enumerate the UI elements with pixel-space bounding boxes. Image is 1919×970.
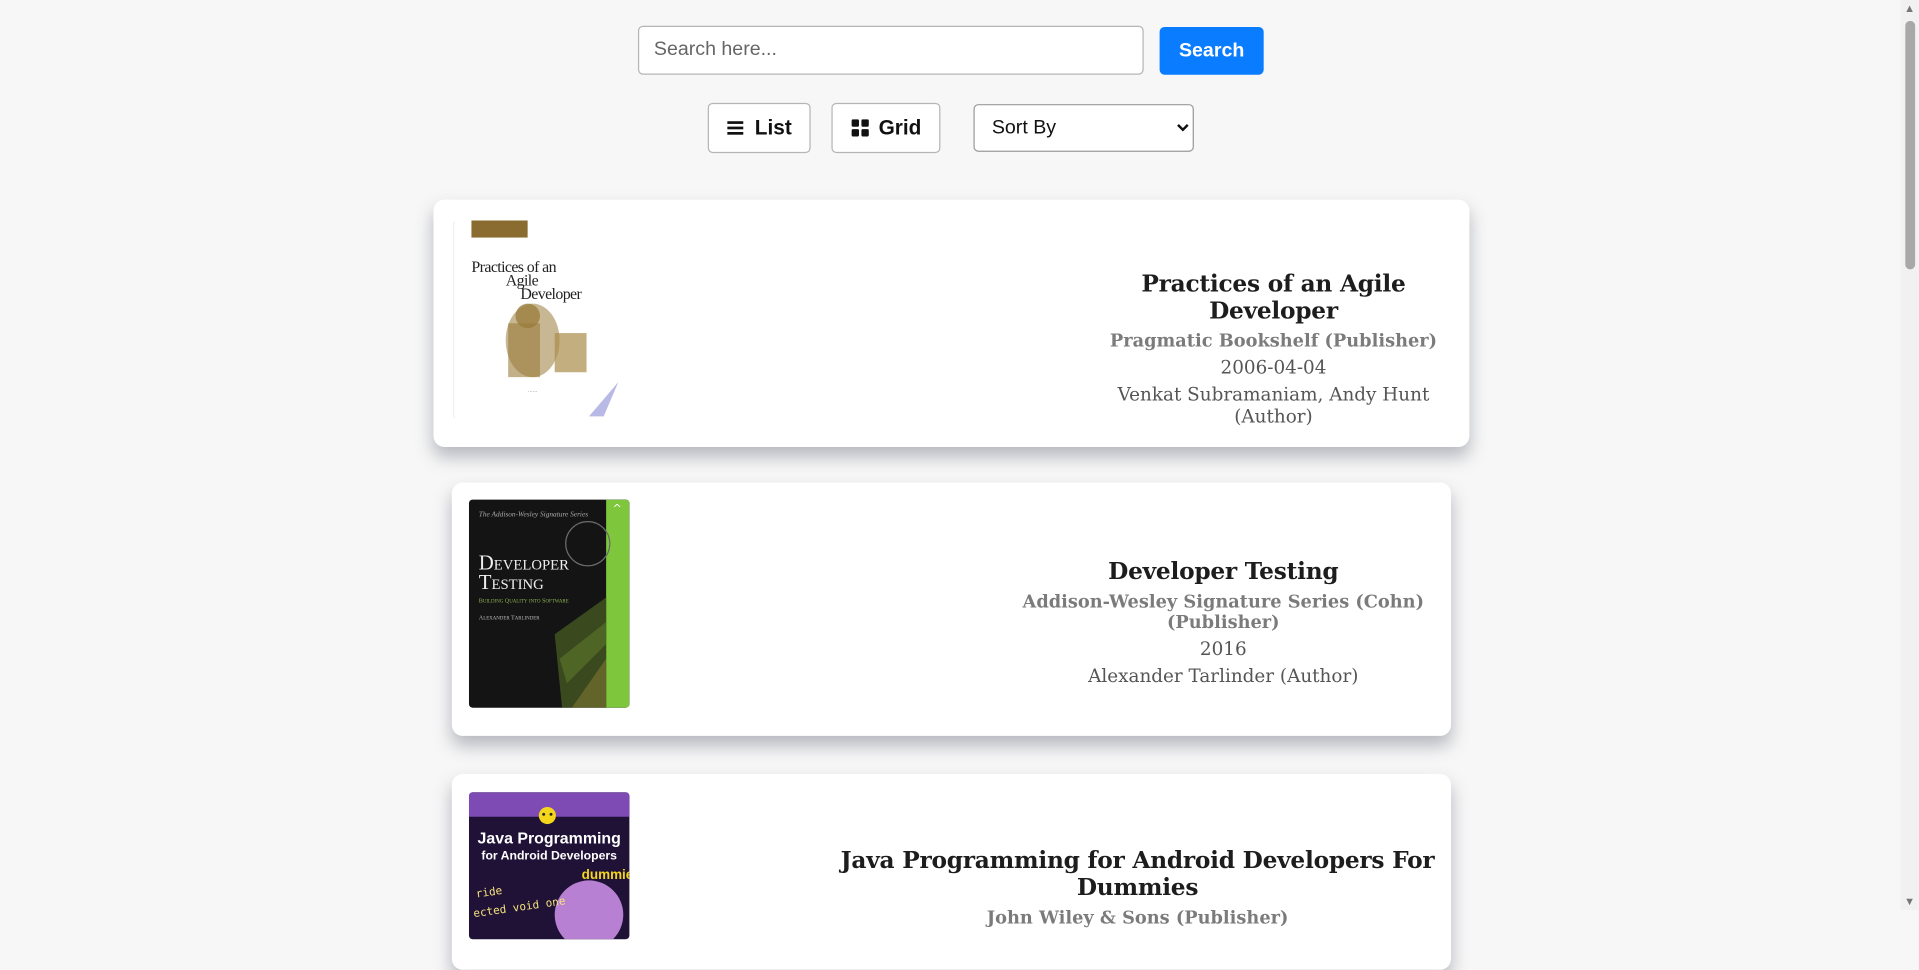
cover-title-line: Testing xyxy=(478,570,544,594)
book-card[interactable]: ...... Practices of an Agile Developer P… xyxy=(433,199,1470,447)
book-title[interactable]: Practices of an Agile Developer xyxy=(1082,271,1464,325)
book-cover-image: ...... Practices of an Agile Developer xyxy=(453,220,621,419)
book-card[interactable]: ^ The Addison-Wesley Signature Series De… xyxy=(451,482,1452,736)
svg-text:^: ^ xyxy=(613,502,622,515)
cover-title-line: for Android Developers xyxy=(481,849,617,864)
page-scrollbar[interactable]: ▲ ▼ xyxy=(1900,0,1919,910)
book-info: Java Programming for Android Developers … xyxy=(819,847,1456,928)
list-view-button[interactable]: List xyxy=(707,102,811,154)
cover-title-line: Developer xyxy=(520,284,582,303)
list-icon xyxy=(727,119,745,137)
book-cover-image: ride ected void one Java Programming for… xyxy=(468,792,630,940)
book-publisher: John Wiley & Sons (Publisher) xyxy=(986,907,1289,929)
book-info: Developer Testing Addison-Wesley Signatu… xyxy=(1009,558,1438,687)
scroll-up-arrow-icon[interactable]: ▲ xyxy=(1904,2,1915,14)
book-publisher: Pragmatic Bookshelf (Publisher) xyxy=(1109,330,1438,352)
book-info: Practices of an Agile Developer Pragmati… xyxy=(1082,271,1464,428)
book-card[interactable]: ride ected void one Java Programming for… xyxy=(451,773,1452,970)
sort-select[interactable]: Sort By xyxy=(973,104,1194,152)
book-date: 2016 xyxy=(1199,637,1247,661)
svg-text:ride: ride xyxy=(475,884,503,901)
book-authors: Alexander Tarlinder (Author) xyxy=(1088,664,1359,687)
grid-view-label: Grid xyxy=(878,115,922,139)
svg-text:......: ...... xyxy=(528,388,538,394)
search-button[interactable]: Search xyxy=(1159,26,1264,75)
search-input[interactable] xyxy=(637,25,1144,75)
book-authors: Venkat Subramaniam, Andy Hunt (Author) xyxy=(1117,383,1430,428)
book-title[interactable]: Developer Testing xyxy=(1009,558,1438,585)
cover-subtitle: Building Quality into Software xyxy=(478,598,569,605)
scroll-thumb[interactable] xyxy=(1905,20,1916,270)
cover-brand: dummies xyxy=(581,868,630,883)
cover-series: The Addison-Wesley Signature Series xyxy=(478,511,589,520)
cover-title-line: Java Programming xyxy=(477,828,621,848)
scroll-down-arrow-icon[interactable]: ▼ xyxy=(1904,895,1915,907)
book-title[interactable]: Java Programming for Android Developers … xyxy=(819,847,1456,901)
grid-view-button[interactable]: Grid xyxy=(831,102,941,154)
grid-icon xyxy=(850,119,869,137)
book-cover-image: ^ The Addison-Wesley Signature Series De… xyxy=(468,499,630,708)
book-date: 2006-04-04 xyxy=(1220,356,1327,379)
cover-title-line: Practices of an xyxy=(471,257,556,276)
book-publisher: Addison-Wesley Signature Series (Cohn) (… xyxy=(1022,591,1424,634)
cover-author: Alexander Tarlinder xyxy=(478,615,540,623)
list-view-label: List xyxy=(754,115,792,139)
